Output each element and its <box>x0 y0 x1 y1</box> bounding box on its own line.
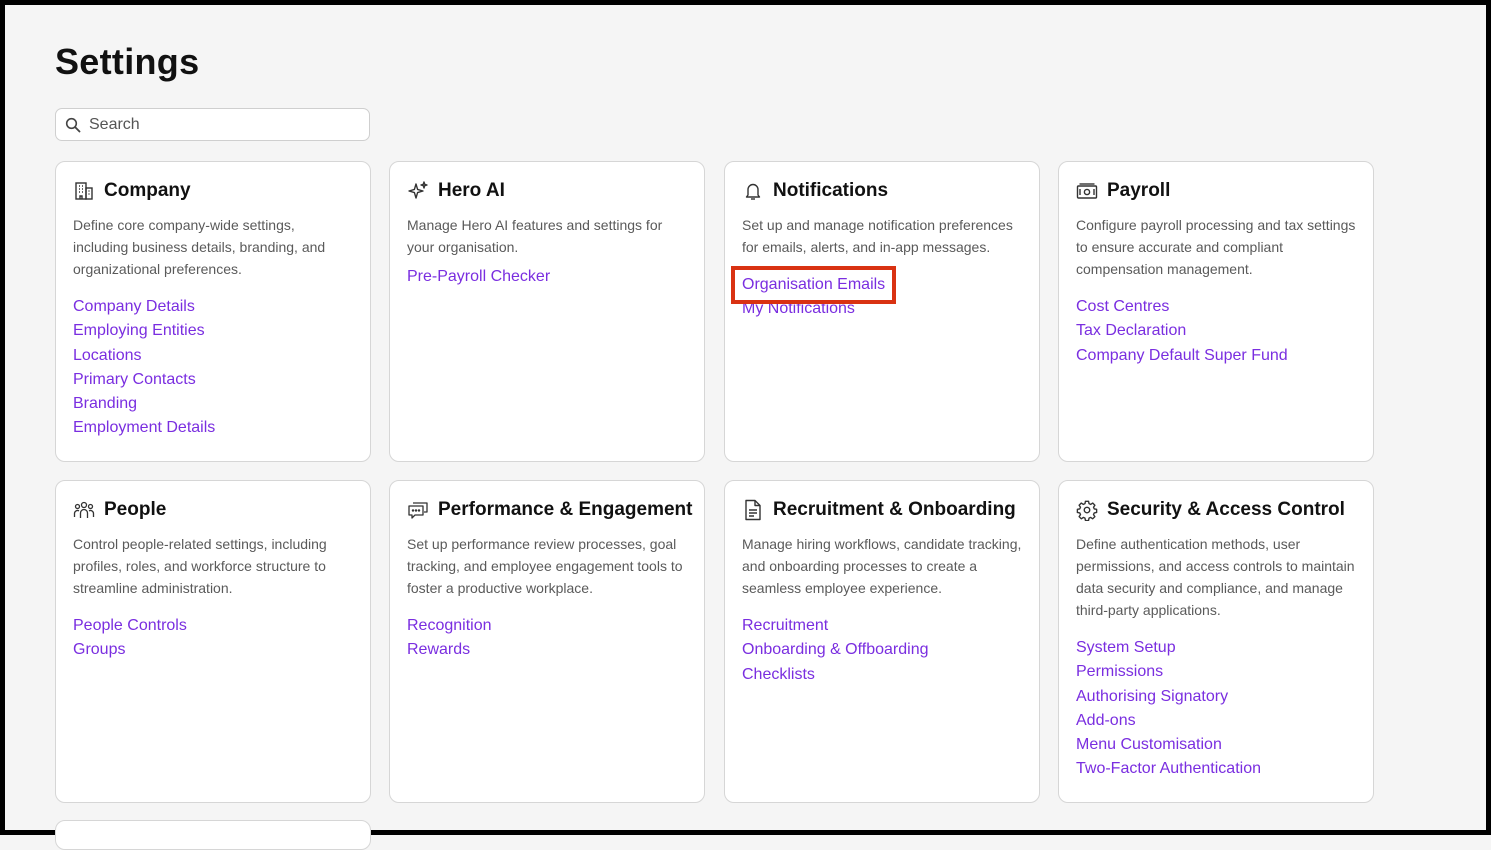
search-input[interactable] <box>87 114 351 135</box>
chat-icon <box>407 499 429 521</box>
building-icon <box>73 180 95 202</box>
card-description: Configure payroll processing and tax set… <box>1076 217 1356 277</box>
link-system-setup[interactable]: System Setup <box>1076 636 1176 660</box>
document-icon <box>742 499 764 521</box>
search-box[interactable] <box>55 108 370 141</box>
card-description: Set up and manage notification preferenc… <box>742 217 1013 255</box>
bell-icon <box>742 180 764 202</box>
card-title: Notifications <box>773 180 889 201</box>
card-recruitment-onboarding: Recruitment & Onboarding Manage hiring w… <box>724 480 1040 803</box>
link-rewards[interactable]: Rewards <box>407 638 470 662</box>
link-company-default-super-fund[interactable]: Company Default Super Fund <box>1076 344 1288 368</box>
people-icon <box>73 499 95 521</box>
link-employing-entities[interactable]: Employing Entities <box>73 319 205 343</box>
link-cost-centres[interactable]: Cost Centres <box>1076 295 1169 319</box>
card-description: Manage hiring workflows, candidate track… <box>742 536 1022 596</box>
link-people-controls[interactable]: People Controls <box>73 614 187 638</box>
card-partial <box>55 820 371 850</box>
sparkle-icon <box>407 180 429 202</box>
link-add-ons[interactable]: Add-ons <box>1076 709 1136 733</box>
card-title: People <box>104 499 167 520</box>
card-people: People Control people-related settings, … <box>55 480 371 803</box>
card-title: Company <box>104 180 191 201</box>
card-company: Company Define core company-wide setting… <box>55 161 371 462</box>
card-title: Recruitment & Onboarding <box>773 499 1016 520</box>
link-pre-payroll-checker[interactable]: Pre-Payroll Checker <box>407 265 550 289</box>
card-title: Security & Access Control <box>1107 499 1345 520</box>
search-icon <box>65 117 81 132</box>
link-employment-details[interactable]: Employment Details <box>73 416 215 440</box>
card-title: Performance & Engagement <box>438 499 693 520</box>
link-locations[interactable]: Locations <box>73 344 142 368</box>
card-security-access-control: Security & Access Control Define authent… <box>1058 480 1374 803</box>
card-description: Define core company-wide settings, inclu… <box>73 217 326 277</box>
card-payroll: Payroll Configure payroll processing and… <box>1058 161 1374 462</box>
link-onboarding-offboarding[interactable]: Onboarding & Offboarding <box>742 638 929 662</box>
gear-icon <box>1076 499 1098 521</box>
link-authorising-signatory[interactable]: Authorising Signatory <box>1076 685 1228 709</box>
cash-icon <box>1076 180 1098 202</box>
link-primary-contacts[interactable]: Primary Contacts <box>73 368 196 392</box>
card-description: Manage Hero AI features and settings for… <box>407 217 663 255</box>
link-company-details[interactable]: Company Details <box>73 295 195 319</box>
link-permissions[interactable]: Permissions <box>1076 660 1163 684</box>
card-performance-engagement: Performance & Engagement Set up performa… <box>389 480 705 803</box>
link-groups[interactable]: Groups <box>73 638 125 662</box>
link-organisation-emails[interactable]: Organisation Emails <box>730 265 897 305</box>
card-description: Define authentication methods, user perm… <box>1076 536 1355 618</box>
link-recognition[interactable]: Recognition <box>407 614 492 638</box>
card-description: Control people-related settings, includi… <box>73 536 327 596</box>
card-notifications: Notifications Set up and manage notifica… <box>724 161 1040 462</box>
link-checklists[interactable]: Checklists <box>742 663 815 687</box>
card-hero-ai: Hero AI Manage Hero AI features and sett… <box>389 161 705 462</box>
link-branding[interactable]: Branding <box>73 392 137 416</box>
card-description: Set up performance review processes, goa… <box>407 536 683 596</box>
link-recruitment[interactable]: Recruitment <box>742 614 828 638</box>
link-tax-declaration[interactable]: Tax Declaration <box>1076 319 1186 343</box>
link-menu-customisation[interactable]: Menu Customisation <box>1076 733 1222 757</box>
link-my-notifications[interactable]: My Notifications <box>742 297 855 321</box>
page-title: Settings <box>55 41 200 82</box>
card-title: Payroll <box>1107 180 1171 201</box>
link-two-factor-authentication[interactable]: Two-Factor Authentication <box>1076 757 1261 781</box>
card-title: Hero AI <box>438 180 505 201</box>
